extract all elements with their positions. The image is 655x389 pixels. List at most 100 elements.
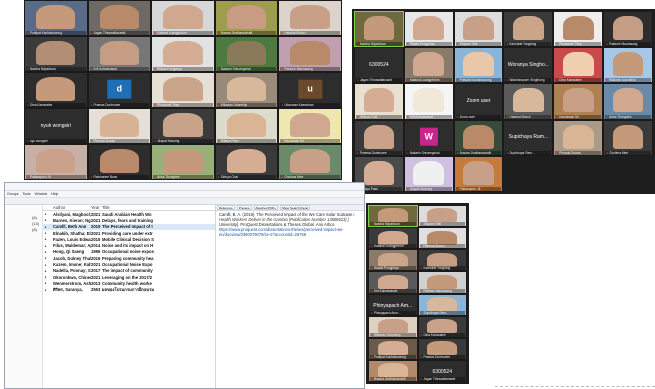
participant-tile[interactable]: 6300524 ●Jagan Thirawattanawit: [354, 47, 404, 84]
participant-tile[interactable]: ●Arisa Thongdee: [603, 83, 653, 120]
participant-tile[interactable]: ●Dina Kamwalee: [24, 72, 88, 108]
participant-tile[interactable]: ●Pakinee Maurasang: [417, 271, 467, 294]
participant-tile[interactable]: ●Katanal Luangphrom: [151, 0, 215, 36]
participant-tile[interactable]: ●Wilawan Udomthip: [214, 72, 279, 108]
participant-tile[interactable]: Zoom user ●Zoom user: [453, 83, 504, 120]
participant-tile[interactable]: ●Dina Kamwalee: [553, 47, 604, 84]
participant-tile[interactable]: d ●Praewa Dontrunee: [87, 72, 152, 108]
reference-row[interactable]: ● Okoronkwo, Chinedu; T...2021Leveraging …: [43, 274, 215, 280]
participant-tile[interactable]: ●Pattaraporn Jit: [24, 144, 88, 180]
participant-tile[interactable]: ●Jiraporn Kitti: [417, 205, 467, 228]
participant-name: Natcha Nilpaiboon: [359, 42, 386, 47]
tab-reference[interactable]: Reference: [217, 205, 235, 210]
participant-tile[interactable]: ●Praewa Dontrunee: [417, 337, 467, 360]
reference-row[interactable]: ● Barnes, Kieran; Ngari, C...2021Delays, …: [43, 217, 215, 223]
participant-tile[interactable]: ●Busara Jirathanachalit: [214, 0, 279, 36]
participant-tile[interactable]: ●Hatairat Bhosri: [278, 0, 342, 36]
reference-year: 2021: [91, 217, 101, 223]
participant-tile[interactable]: ●Krit Kulmanawat: [87, 36, 152, 72]
citation-url-cont[interactable]: en/docview/2380079079/se-2?accountid=287…: [219, 232, 361, 237]
participant-video: [99, 113, 140, 137]
reference-row[interactable]: ● Jacob, Dulney Thulia-Su...2016Preparing…: [43, 255, 215, 261]
column-author[interactable]: Author: [53, 205, 91, 210]
participant-tile[interactable]: ●Busara Jirathanachalit: [453, 119, 504, 156]
participant-tile[interactable]: ●Pinrada Suwan: [553, 119, 604, 156]
participant-tile[interactable]: W ●Nakarin Sriruengchai: [403, 119, 454, 156]
participant-tile[interactable]: ●Katanal Luangphrom: [403, 47, 454, 84]
menu-tools[interactable]: Tools: [22, 192, 30, 196]
mic-muted-icon: ●: [456, 42, 459, 47]
mic-muted-icon: ●: [406, 187, 409, 191]
participant-tile[interactable]: ●Busara Jirathanachalit: [368, 359, 418, 382]
participant-tile[interactable]: ●Hatairat Bhosri: [503, 83, 554, 120]
reference-row[interactable]: ● Fazen, Louis Edward 2015 Mobile Clinical …: [43, 236, 215, 242]
show-search-panel-button[interactable]: Show Search Panel: [279, 205, 311, 210]
reference-row[interactable]: ● Camlll, Beth Ann 2019 The Perceived Impac…: [43, 223, 215, 230]
participant-tile[interactable]: ●Pinrada Suwan: [87, 108, 152, 144]
participant-tile[interactable]: ●Krit Kulmanawat: [368, 271, 418, 294]
participant-tile[interactable]: ●Supichaya Ram...: [417, 293, 467, 316]
participant-tile[interactable]: ●Kanokwan Sri: [553, 83, 604, 120]
reference-row[interactable]: ● ศิริพร, Saranya, 2553 ผลของโปรแกรมการฝึกอ…: [43, 287, 215, 293]
participant-tile[interactable]: ●Jirapat Nuwong: [403, 155, 454, 192]
reference-row[interactable]: ● Hong, Qi Saeng 1996 Occupational noise ex…: [43, 249, 215, 255]
reference-title: Leveraging on the 2017/2: [102, 274, 153, 280]
participant-tile[interactable]: ●Natcha Nilpaiboon: [368, 205, 418, 228]
participant-tile[interactable]: ●Puttipat Kachabowong: [24, 0, 88, 36]
participant-tile[interactable]: ●Arisa Thongdee: [151, 144, 215, 180]
participant-tile[interactable]: ●Ritada Pongpinyo: [368, 249, 418, 272]
participant-tile[interactable]: ●Chutima Mee: [278, 144, 342, 180]
participant-tile[interactable]: ●Pakinee Maurasang: [603, 11, 653, 48]
menu-groups[interactable]: Groups: [7, 192, 18, 196]
participant-tile[interactable]: ●Puttipat Kachabowong: [368, 337, 418, 360]
participant-tile[interactable]: ●Chutima Mee: [603, 119, 653, 156]
participant-tile[interactable]: Supichaya Ram... ●Supichaya Ram...: [503, 119, 554, 156]
reference-row[interactable]: ● Kazem, Imone; Kahind...2021Occupational…: [43, 261, 215, 267]
tab-attached-pdfs[interactable]: Attached PDFs: [253, 205, 278, 210]
participant-tile[interactable]: ●Dina Kamwalee: [417, 315, 467, 338]
participant-tile[interactable]: ●Wilawan Udomthip: [368, 315, 418, 338]
participant-tile[interactable]: ●Nakarin Sriruengchai: [214, 36, 279, 72]
participant-tile[interactable]: ●Jiraporn Kitti: [453, 11, 504, 48]
menu-help[interactable]: Help: [51, 192, 58, 196]
reference-row[interactable]: ● Elnakib, Shatha; Elaraby...2021Providin…: [43, 230, 215, 236]
participant-tile[interactable]: Woranya Singho... ●Watcharaporn Singthong: [503, 47, 554, 84]
participant-tile[interactable]: ●Jagan Thirawattanawit: [87, 0, 152, 36]
participant-tile[interactable]: ●Kamolrat Yonglong: [503, 11, 554, 48]
participant-tile[interactable]: ●Pakinee Maurasang: [278, 36, 342, 72]
reference-row[interactable]: ● Alsilyani, Magbool; Alqu...2021Saudi Ar…: [43, 211, 215, 217]
participant-tile[interactable]: 6300524 ●Jagan Thirawattanawit: [417, 359, 467, 382]
tab-preview[interactable]: Preview: [236, 205, 252, 210]
participant-tile[interactable]: ●Ritada Pongpinyo: [151, 36, 215, 72]
participant-tile[interactable]: ●Kamolrat Yonglong: [417, 249, 467, 272]
column-title[interactable]: Title: [102, 205, 215, 210]
participant-tile[interactable]: ●Jirapat Nuwong: [151, 108, 215, 144]
participant-tile[interactable]: ●Sirinya Chai: [354, 83, 404, 120]
reference-row[interactable]: ● Filus, Waldemar; Aparec...2014Noise and…: [43, 242, 215, 248]
participant-tile[interactable]: nyuk wongsiri ●nyu wongsiri: [24, 108, 88, 144]
participant-tile[interactable]: ●Ratchanee Boon: [87, 144, 152, 180]
reference-row[interactable]: ● Nadella, Poonay; Subra...2017The impact…: [43, 268, 215, 274]
participant-tile[interactable]: ●Puttipat Kachabowong: [453, 47, 504, 84]
participant-tile[interactable]: ●Phuwanet Thep: [151, 72, 215, 108]
participant-tile[interactable]: ●Hatairat Bhosri: [417, 227, 467, 250]
participant-tile[interactable]: ●Nittaya Paen: [214, 108, 279, 144]
participant-tile[interactable]: ●Wilawan Udomthip: [603, 47, 653, 84]
participant-tile[interactable]: ●Kanokwan Sri: [278, 108, 342, 144]
participant-tile[interactable]: u ●Ubonwan Kaewchan: [278, 72, 342, 108]
participant-tile[interactable]: ●Natcha Nilpaiboon: [354, 11, 404, 48]
participant-tile[interactable]: ●Pattaraporn Jit: [453, 155, 504, 192]
participant-tile[interactable]: ●Krit Kulmanawat: [403, 83, 454, 120]
participant-tile[interactable]: ●Katanal Luangphrom: [368, 227, 418, 250]
participant-tile[interactable]: ●Praewa Dontrunee: [354, 119, 404, 156]
participant-name: Pakinee Maurasang: [423, 288, 452, 293]
participant-tile[interactable]: Phinyapach Am... ●Phinyapach Anm...: [368, 293, 418, 316]
mic-muted-icon: ●: [154, 31, 157, 35]
column-year[interactable]: Year: [91, 205, 102, 210]
mic-muted-icon: ●: [90, 175, 93, 179]
participant-tile[interactable]: ●Phuwanet Thep: [553, 11, 604, 48]
participant-tile[interactable]: ●Sirinya Chai: [214, 144, 279, 180]
participant-tile[interactable]: ●Ritada Pongpinyo: [403, 11, 454, 48]
participant-tile[interactable]: ●Natcha Nilpaiboon: [24, 36, 88, 72]
menu-window[interactable]: Window: [35, 192, 47, 196]
